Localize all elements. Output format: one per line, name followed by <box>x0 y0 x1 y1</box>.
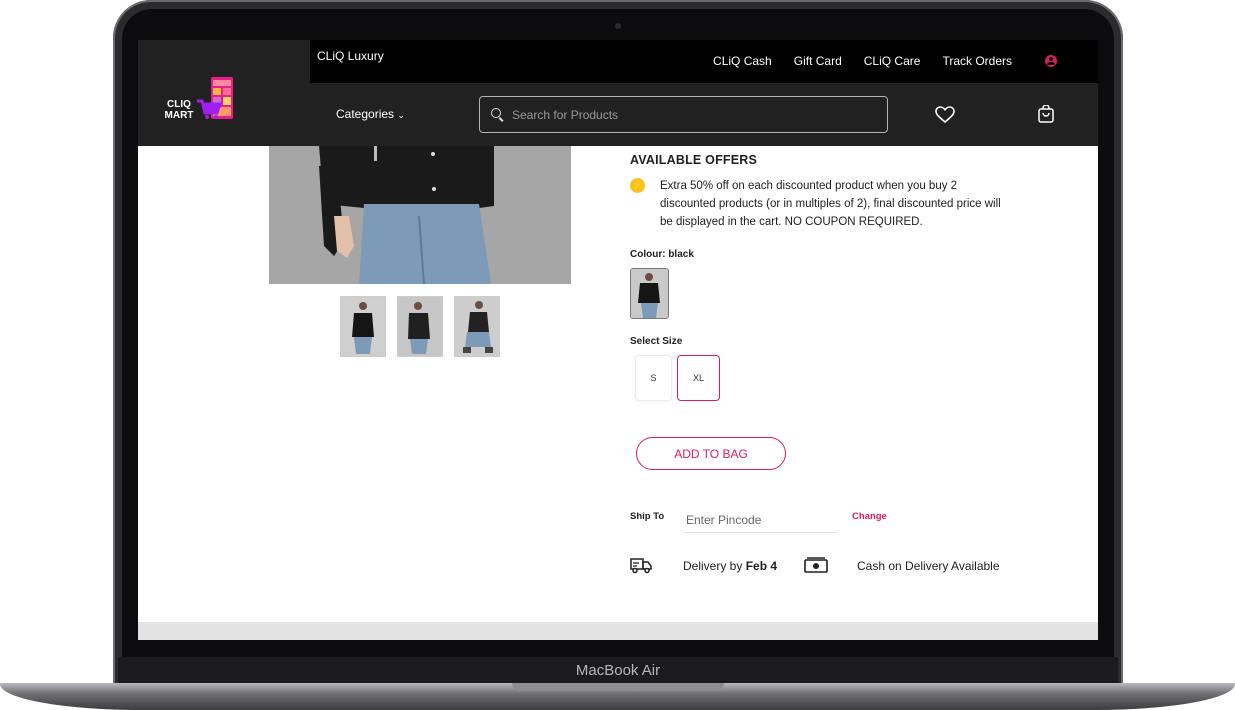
search-box[interactable] <box>479 96 888 133</box>
thumbnail-1[interactable] <box>340 296 386 357</box>
delivery-estimate: Delivery by Feb 4 <box>683 559 777 573</box>
thumbnail-2[interactable] <box>397 296 443 357</box>
gift-card-link[interactable]: Gift Card <box>794 54 842 68</box>
browser-screen: CLiQ Luxury CLiQ Cash Gift Card CLiQ Car… <box>138 40 1098 640</box>
wishlist-heart-icon[interactable] <box>935 106 955 124</box>
cliq-luxury-link[interactable]: CLiQ Luxury <box>317 49 384 63</box>
offer-description: Extra 50% off on each discounted product… <box>660 180 1001 228</box>
model-jacket-image <box>269 146 571 284</box>
categories-label: Categories <box>336 107 395 121</box>
logo-line-1: CLIQ <box>167 99 191 110</box>
camera-icon <box>615 23 621 29</box>
delivery-truck-icon <box>630 558 652 574</box>
colour-label: Colour: black <box>630 249 694 260</box>
search-icon <box>491 108 501 118</box>
thumbnail-image <box>398 297 442 356</box>
categories-menu[interactable]: Categories ⌄ <box>336 107 405 121</box>
laptop-notch <box>512 683 724 691</box>
cliq-care-link[interactable]: CLiQ Care <box>864 54 921 68</box>
logo-cart-icon <box>197 77 233 119</box>
shopping-bag-icon[interactable] <box>1037 105 1055 123</box>
site-logo[interactable]: CLIQ MART <box>159 99 199 121</box>
lightning-bolt-icon: ⚡ <box>630 178 645 193</box>
cliq-cash-link[interactable]: CLiQ Cash <box>713 54 772 68</box>
thumbnail-3[interactable] <box>454 296 500 357</box>
chevron-down-icon: ⌄ <box>397 110 405 120</box>
delivery-date: Feb 4 <box>745 559 778 573</box>
ship-to-label: Ship To <box>630 511 665 522</box>
swatch-image <box>631 269 668 318</box>
add-to-bag-button[interactable]: ADD TO BAG <box>636 437 786 470</box>
size-option-s[interactable]: S <box>635 355 672 401</box>
laptop-chin: MacBook Air <box>118 657 1118 685</box>
colour-swatch-black[interactable] <box>630 268 669 319</box>
footer-strip <box>138 622 1098 640</box>
size-option-xl[interactable]: XL <box>677 355 720 401</box>
thumbnail-image <box>341 297 385 356</box>
user-icon[interactable] <box>1045 55 1057 67</box>
track-orders-link[interactable]: Track Orders <box>942 54 1012 68</box>
thumbnail-image <box>455 297 499 356</box>
select-size-label: Select Size <box>630 336 683 347</box>
cash-icon <box>804 557 828 573</box>
search-input[interactable] <box>510 105 874 125</box>
cash-on-delivery-text: Cash on Delivery Available <box>857 559 1000 573</box>
delivery-prefix: Delivery by <box>683 559 743 573</box>
top-links: CLiQ Cash Gift Card CLiQ Care Track Orde… <box>713 54 1012 68</box>
change-pincode-link[interactable]: Change <box>852 511 887 522</box>
pincode-input[interactable] <box>684 508 838 533</box>
product-main-image[interactable] <box>269 146 571 284</box>
available-offers-title: AVAILABLE OFFERS <box>630 153 758 167</box>
device-label: MacBook Air <box>575 662 661 679</box>
logo-line-2: MART <box>164 110 194 121</box>
